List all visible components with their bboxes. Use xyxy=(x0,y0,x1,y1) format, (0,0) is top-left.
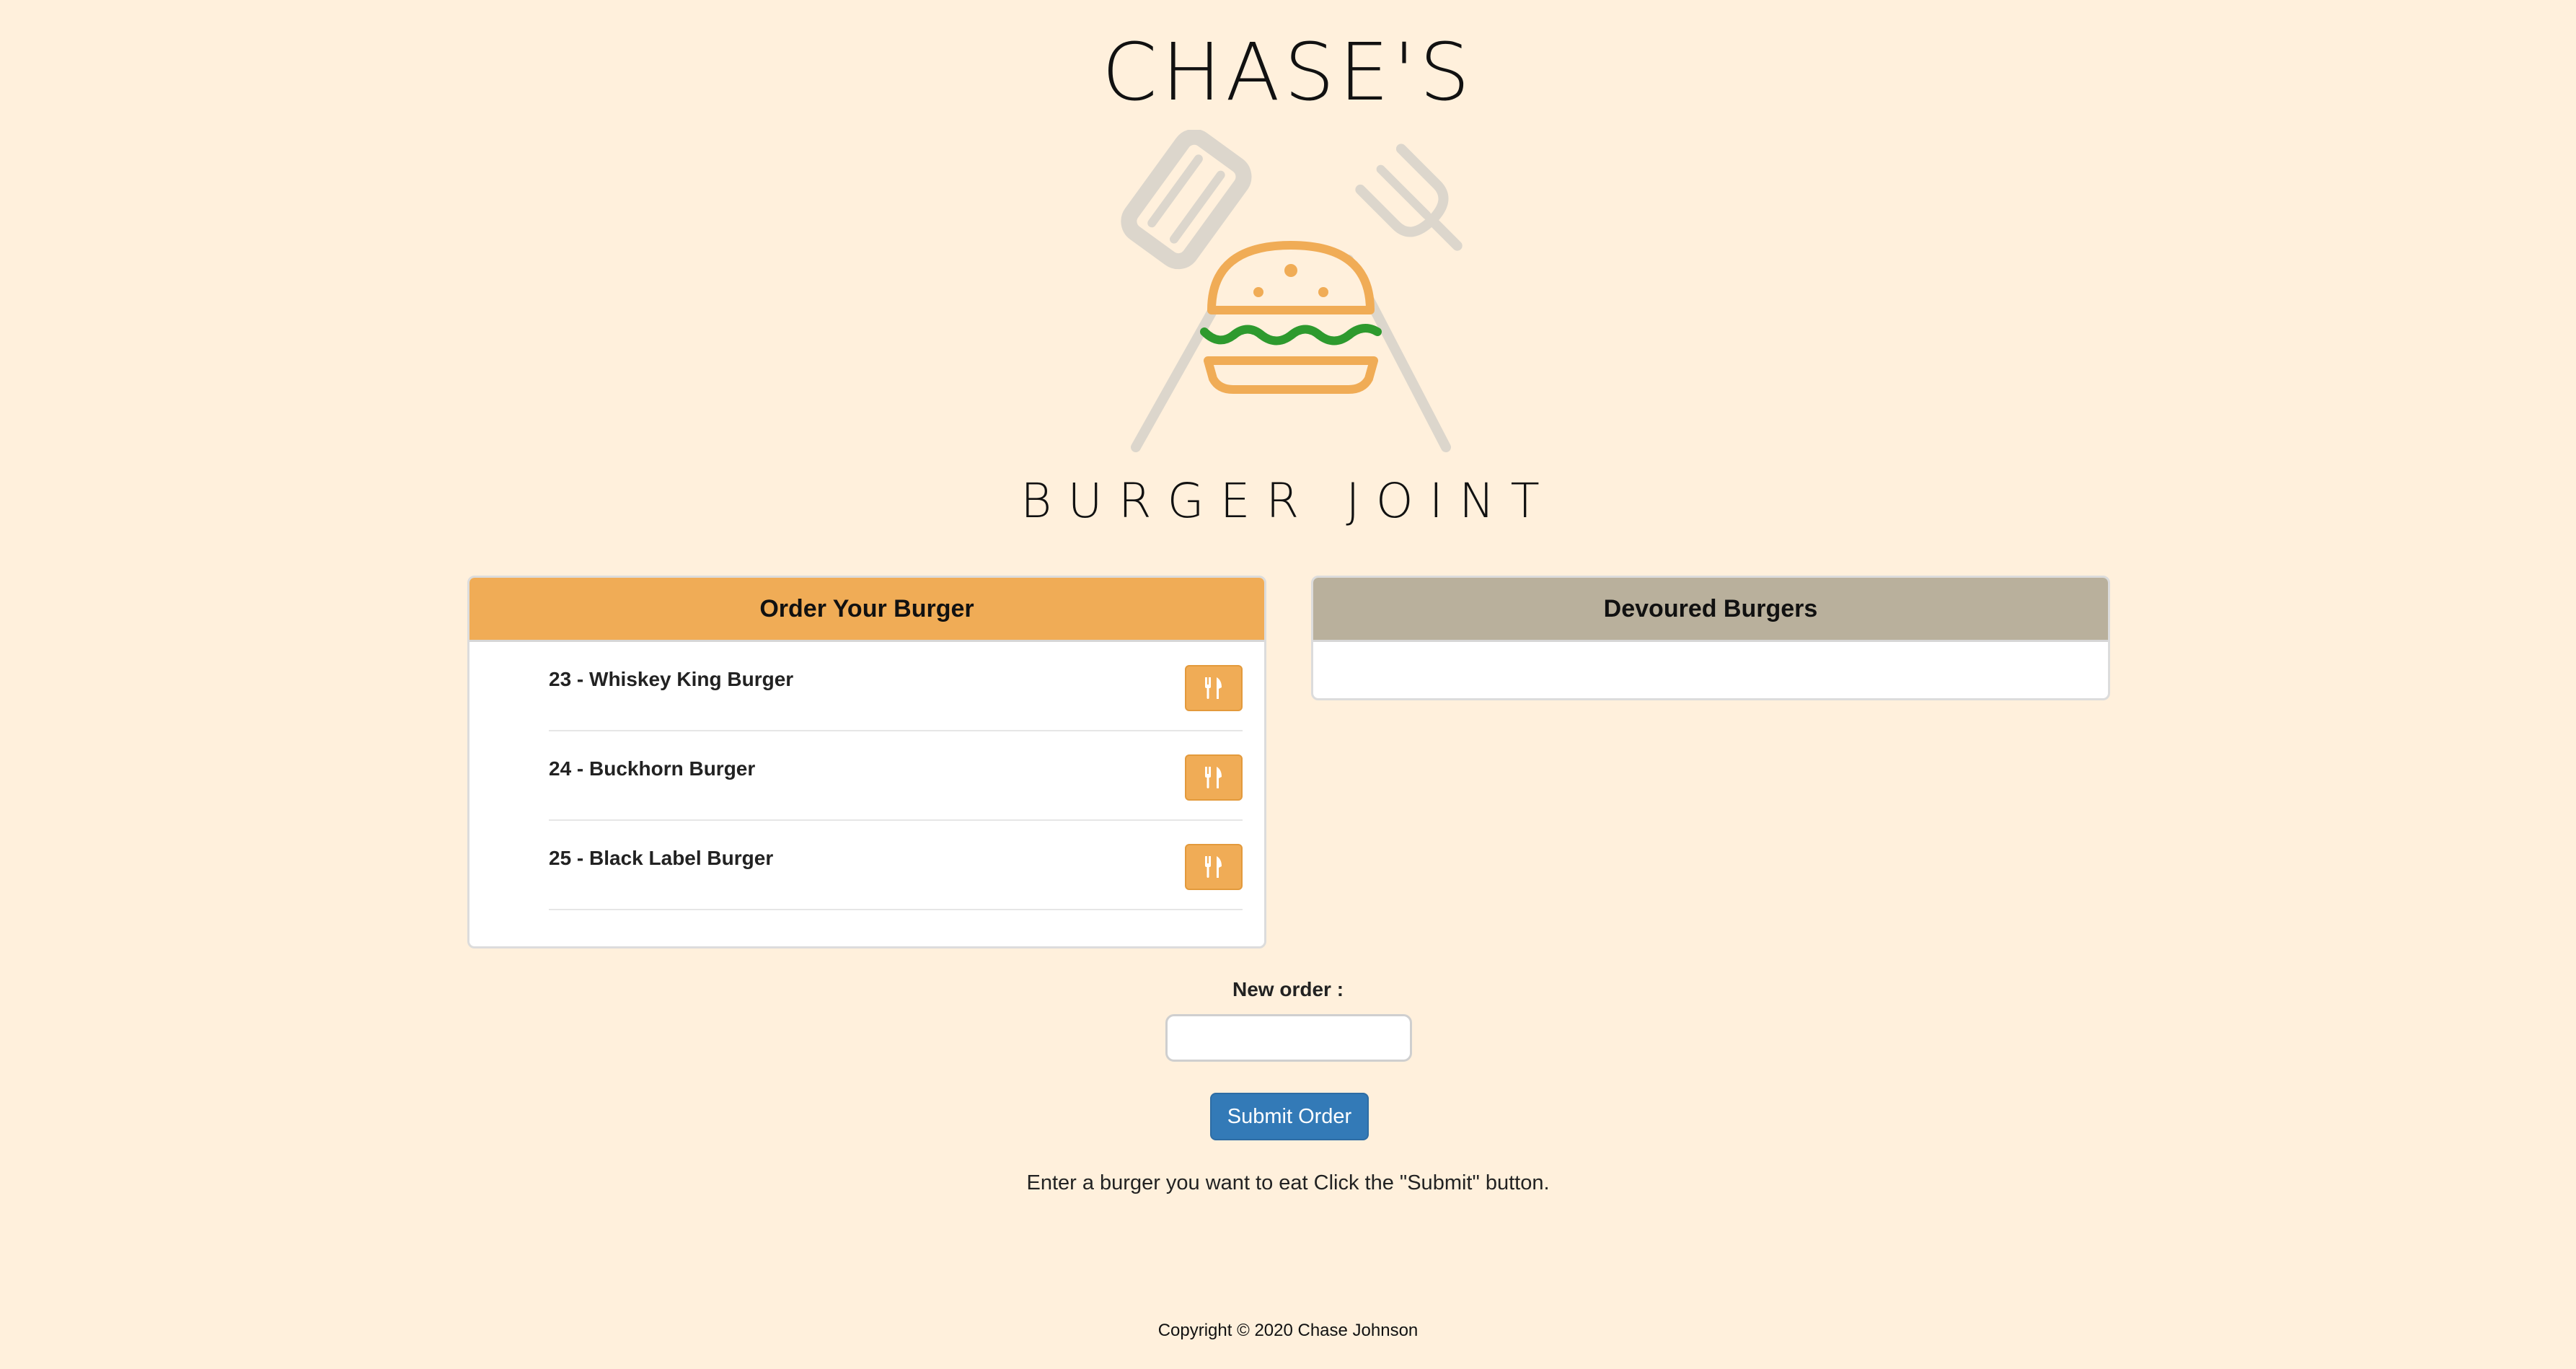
new-order-label: New order : xyxy=(1232,978,1344,1000)
burger-name: 24 - Buckhorn Burger xyxy=(549,757,756,780)
devour-button[interactable] xyxy=(1185,754,1243,801)
devoured-panel-title: Devoured Burgers xyxy=(1313,578,2108,642)
brand-subtitle: BURGER JOINT xyxy=(1020,473,1556,529)
list-item: 23 - Whiskey King Burger xyxy=(549,643,1243,731)
utensils-icon xyxy=(1205,856,1222,878)
order-panel-title: Order Your Burger xyxy=(469,578,1264,642)
devoured-panel: Devoured Burgers xyxy=(1311,576,2110,700)
help-text: Enter a burger you want to eat Click the… xyxy=(1026,1171,1550,1194)
order-list: 23 - Whiskey King Burger 24 - Buckhorn B… xyxy=(469,643,1264,910)
utensils-icon xyxy=(1205,767,1222,788)
list-item: 25 - Black Label Burger xyxy=(549,822,1243,910)
new-order-input[interactable] xyxy=(1165,1014,1412,1062)
footer-copyright: Copyright © 2020 Chase Johnson xyxy=(1157,1321,1419,1340)
devour-button[interactable] xyxy=(1185,665,1243,711)
order-panel: Order Your Burger 23 - Whiskey King Burg… xyxy=(467,576,1266,948)
submit-order-button[interactable]: Submit Order xyxy=(1210,1093,1369,1140)
burger-name: 23 - Whiskey King Burger xyxy=(549,668,794,690)
list-item: 24 - Buckhorn Burger xyxy=(549,733,1243,821)
devour-button[interactable] xyxy=(1185,844,1243,890)
burger-name: 25 - Black Label Burger xyxy=(549,847,774,869)
brand-title: CHASE'S xyxy=(1101,26,1475,118)
utensils-icon xyxy=(1205,677,1222,699)
burger-logo-icon xyxy=(1121,130,1463,452)
